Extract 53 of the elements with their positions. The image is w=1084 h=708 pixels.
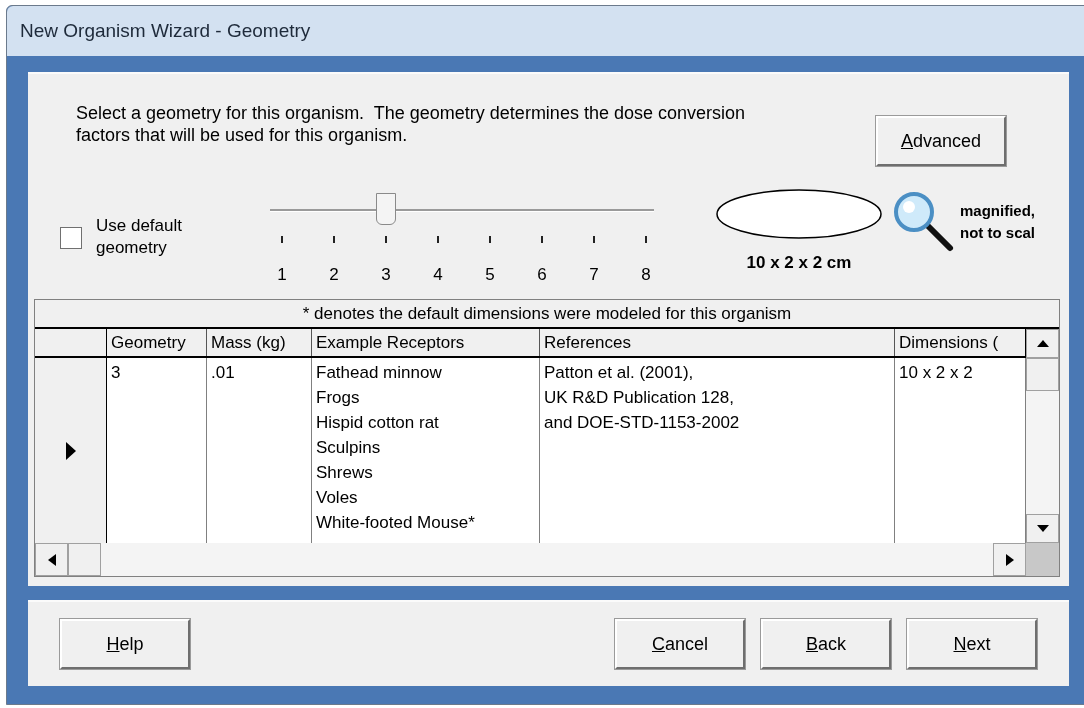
grid-caption: * denotes the default dimensions were modeled for this organism	[35, 300, 1059, 329]
column-header[interactable]: References	[540, 329, 895, 356]
tick-label: 3	[380, 264, 392, 286]
up-arrow-icon	[1036, 340, 1049, 347]
geometry-slider[interactable]: 1 2 3 4 5 6 7 8	[270, 192, 654, 302]
current-row-icon	[65, 441, 76, 460]
scroll-corner	[1026, 543, 1059, 576]
instructions-text: Select a geometry for this organism. The geometry determines the dose conversion factors that will be used for this organism.	[76, 102, 746, 146]
tick-label: 4	[432, 264, 444, 286]
tick-mark	[437, 236, 439, 243]
row-header[interactable]	[35, 358, 107, 543]
checkbox-label: Use default geometry	[96, 215, 183, 259]
cell-text: 10 x 2 x 2	[899, 362, 974, 384]
tick-mark	[281, 236, 283, 243]
left-arrow-icon	[47, 553, 56, 566]
size-label: 10 x 2 x 2 cm	[746, 252, 852, 274]
tick-label: 7	[588, 264, 600, 286]
tick-label: 6	[536, 264, 548, 286]
right-arrow-icon	[1005, 553, 1014, 566]
scroll-down-button[interactable]	[1026, 514, 1059, 543]
tick-label: 8	[640, 264, 652, 286]
advanced-button[interactable]: Advanced	[876, 116, 1006, 166]
slider-thumb[interactable]	[376, 193, 397, 225]
tick-mark	[541, 236, 543, 243]
dialog-button[interactable]: Cancel	[615, 619, 745, 669]
tick-mark	[333, 236, 335, 243]
cell-text: Patton et al. (2001), UK R&D Publication 128, and DOE-STD-1153-2002	[544, 362, 741, 434]
tick-mark	[489, 236, 491, 243]
tick-label: 2	[328, 264, 340, 286]
column-header[interactable]: Geometry	[107, 329, 207, 356]
checkbox[interactable]	[60, 227, 82, 249]
scroll-thumb[interactable]	[1026, 358, 1059, 391]
dialog-button[interactable]: Help	[60, 619, 190, 669]
scroll-thumb[interactable]	[68, 543, 101, 576]
scroll-up-button[interactable]	[1026, 329, 1059, 358]
tick-mark	[645, 236, 647, 243]
down-arrow-icon	[1036, 525, 1049, 532]
scroll-right-button[interactable]	[993, 543, 1026, 576]
cell-text: Fathead minnow Frogs Hispid cotton rat Sculpins Shrews Voles White-footed Mouse*	[316, 362, 476, 534]
tick-mark	[593, 236, 595, 243]
scroll-left-button[interactable]	[35, 543, 68, 576]
tick-label: 5	[484, 264, 496, 286]
scale-note: magnified, not to scal	[960, 201, 1036, 243]
cell-text: 3	[111, 362, 122, 384]
dialog-button[interactable]: Back	[761, 619, 891, 669]
magnifier-icon	[893, 191, 955, 253]
tick-mark	[385, 236, 387, 243]
cell-text: .01	[211, 362, 236, 384]
column-header[interactable]: Example Receptors	[312, 329, 540, 356]
window-title: New Organism Wizard - Geometry	[20, 18, 311, 43]
column-header[interactable]: Mass (kg)	[207, 329, 312, 356]
tick-label: 1	[276, 264, 288, 286]
dialog-button[interactable]: Next	[907, 619, 1037, 669]
